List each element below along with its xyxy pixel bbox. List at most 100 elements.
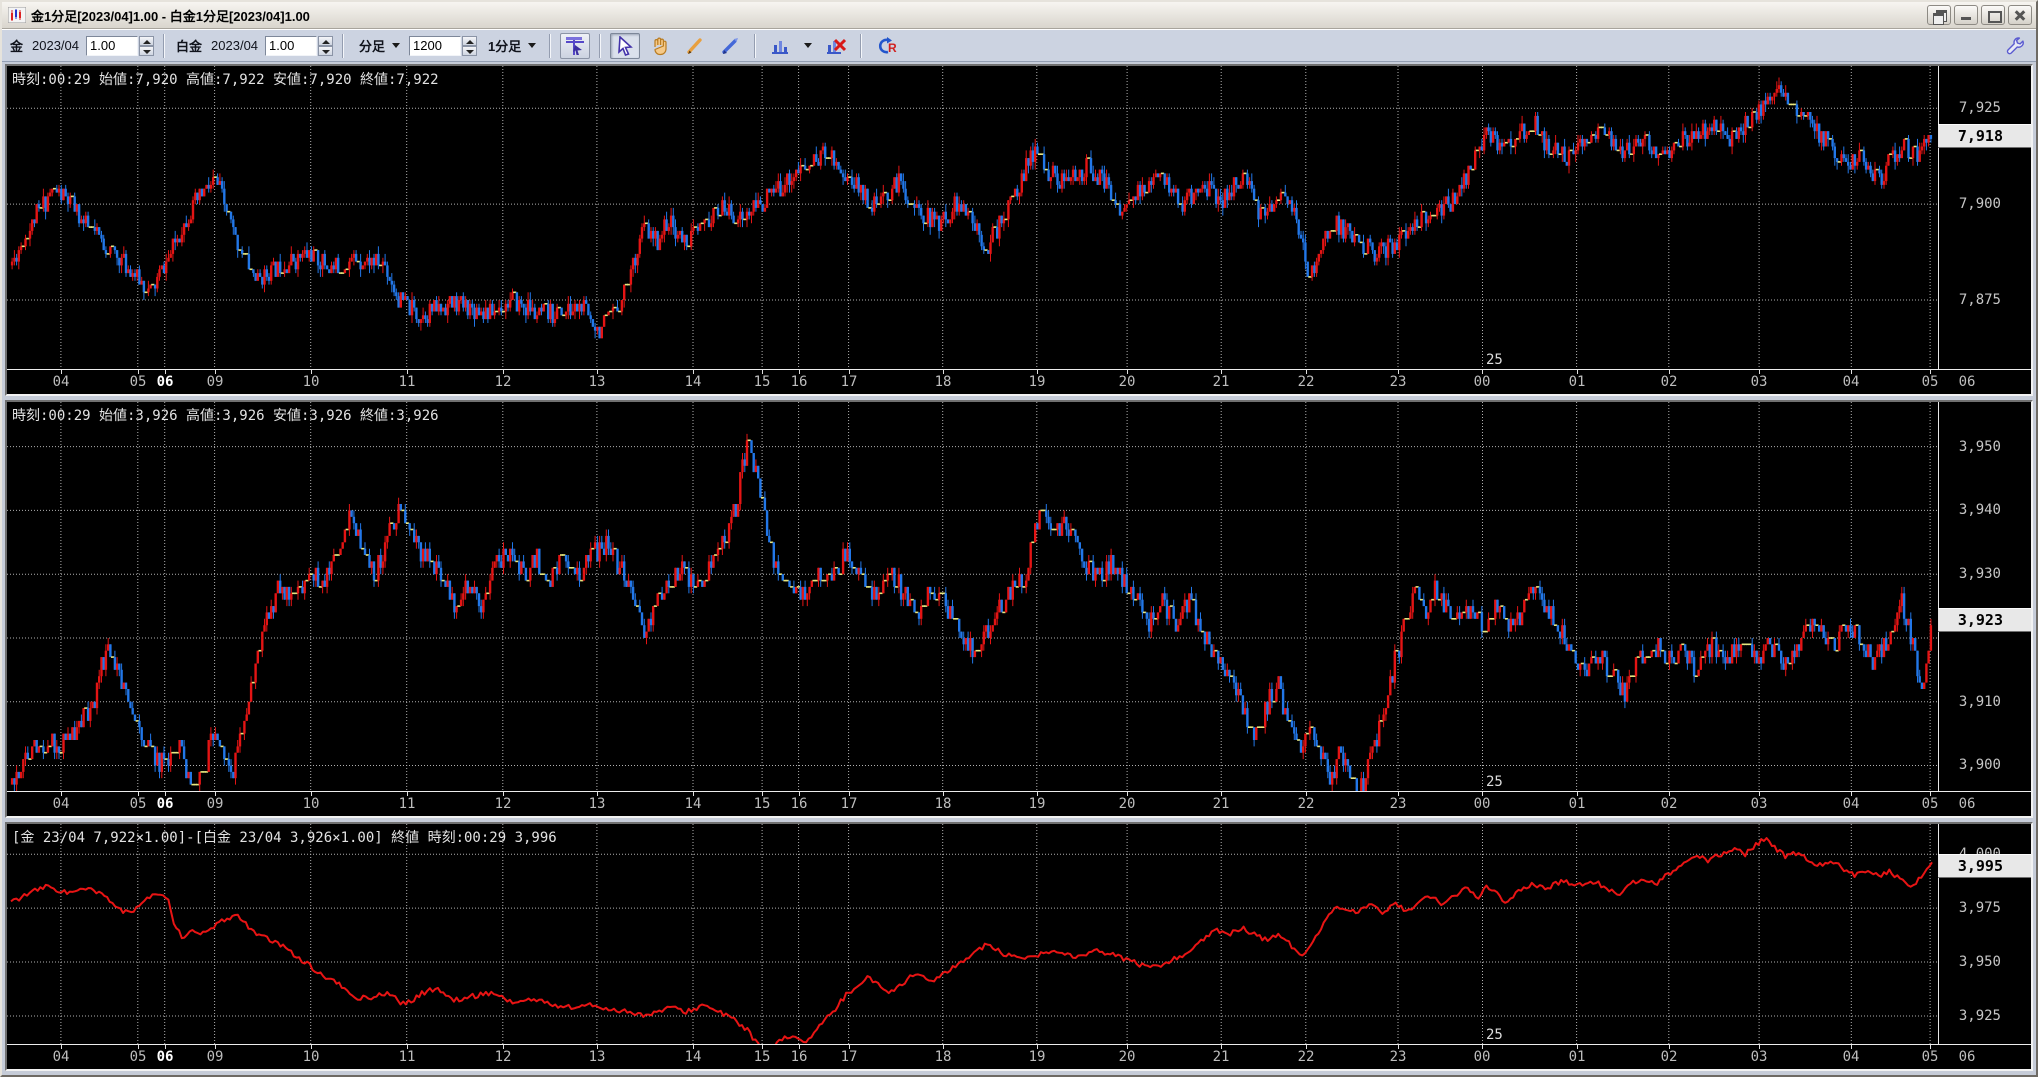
price-axis[interactable]: 7,925 7,900 7,875 7,918 (1938, 66, 2031, 369)
time-tick-mark (597, 1045, 598, 1049)
indicator-delete-button[interactable] (821, 33, 851, 59)
toolbar-separator (549, 33, 552, 58)
platinum-symbol-label: 白金 (176, 39, 203, 54)
date-label: 25 (1486, 352, 1503, 368)
time-tick-label: 06 (156, 1049, 174, 1065)
time-axis[interactable]: 04 05 06 09 10 11 12 13 14 15 16 17 18 19 20 21 22 23 00 01… (7, 1044, 2031, 1069)
bars-count-up-icon[interactable] (462, 35, 478, 46)
time-tick-label: 13 (588, 796, 606, 812)
time-tick-mark (1127, 1045, 1128, 1049)
time-tick-mark (61, 1045, 62, 1049)
time-tick-label: 12 (494, 1049, 512, 1065)
time-tick-label: 00 (1473, 1049, 1491, 1065)
time-tick-mark (311, 792, 312, 796)
time-tick-mark (799, 792, 800, 796)
time-tick-label: 19 (1028, 1049, 1046, 1065)
maximize-button[interactable] (1981, 5, 2005, 25)
time-tick-label: 22 (1297, 1049, 1315, 1065)
title-bar[interactable]: 金1分足[2023/04]1.00 - 白金1分足[2023/04]1.00 (2, 2, 2036, 29)
platinum-multiplier-spinner (265, 35, 334, 56)
time-tick-mark (311, 370, 312, 374)
time-tick-mark (1851, 370, 1852, 374)
gold-multiplier-down-icon[interactable] (139, 45, 155, 56)
platinum-multiplier-input[interactable] (265, 35, 318, 56)
restore-window-button[interactable] (1927, 5, 1951, 25)
time-tick-mark (1577, 370, 1578, 374)
chart-plot-area[interactable]: [金 23/04 7,922×1.00]-[白金 23/04 3,926×1.0… (7, 824, 1939, 1044)
app-candlestick-icon (7, 6, 27, 24)
chart-plot-area[interactable]: 時刻:00:29 始値:7,920 高値:7,922 安値:7,920 終値:7… (7, 66, 1939, 369)
time-tick-mark (849, 1045, 850, 1049)
chevron-down-icon (392, 43, 401, 48)
time-tick-mark (849, 792, 850, 796)
time-tick-label: 14 (684, 374, 702, 390)
timeframe-dropdown[interactable]: 1分足 (482, 34, 540, 57)
time-tick-label: 21 (1212, 796, 1230, 812)
platinum-multiplier-up-icon[interactable] (318, 35, 334, 46)
bars-count-down-icon[interactable] (462, 45, 478, 56)
time-axis[interactable]: 04 05 06 09 10 11 12 13 14 15 16 17 18 19 20 21 22 23 00 01… (7, 791, 2031, 816)
indicator-dropdown-arrow[interactable] (800, 41, 816, 50)
time-tick-mark (1930, 792, 1931, 796)
time-tick-mark (762, 370, 763, 374)
close-button[interactable] (2008, 5, 2032, 25)
indicator-chart-icon (772, 40, 789, 54)
time-tick-label: 13 (588, 1049, 606, 1065)
cross-cursor-button[interactable] (560, 32, 591, 59)
minimize-button[interactable] (1954, 5, 1978, 25)
platinum-contract-month: 2023/04 (211, 38, 259, 53)
time-axis[interactable]: 04 05 06 09 10 11 12 13 14 15 16 17 18 19 20 21 22 23 00 01… (7, 369, 2031, 394)
current-price-badge: 3,923 (1938, 608, 2031, 632)
price-axis[interactable]: 4,0003,9753,9503,9253,995 (1938, 824, 2031, 1044)
time-tick-label: 09 (206, 796, 224, 812)
platinum-multiplier-down-icon[interactable] (318, 45, 334, 56)
time-tick-label: 18 (934, 796, 952, 812)
time-tick-label: 19 (1028, 796, 1046, 812)
time-tick-mark (693, 1045, 694, 1049)
indicator-chart-button[interactable] (765, 33, 795, 59)
time-tick-mark (849, 370, 850, 374)
draw-line-button[interactable] (680, 33, 710, 59)
price-tick-label: 3,975 (1958, 900, 2001, 916)
time-tick-label: 06 (1958, 1049, 1976, 1065)
price-axis[interactable]: 3,950 3,940 3,930 3,910 3,900 3,923 (1938, 402, 2031, 791)
time-tick-label: 14 (684, 1049, 702, 1065)
time-tick-label: 18 (934, 1049, 952, 1065)
time-tick-label: 06 (1958, 796, 1976, 812)
time-tick-mark (1037, 1045, 1038, 1049)
time-tick-mark (1930, 1045, 1931, 1049)
hand-pan-button[interactable] (645, 33, 675, 59)
time-tick-label: 05 (129, 796, 147, 812)
time-tick-mark (1306, 370, 1307, 374)
time-tick-mark (1221, 792, 1222, 796)
svg-text:R: R (888, 41, 897, 55)
bars-count-input[interactable] (409, 35, 462, 56)
chart-plot-area[interactable]: 時刻:00:29 始値:3,926 高値:3,926 安値:3,926 終値:3… (7, 402, 1939, 791)
time-tick-label: 10 (302, 1049, 320, 1065)
settings-wrench-button[interactable] (2000, 33, 2030, 59)
time-tick-label: 04 (1842, 796, 1860, 812)
reload-button[interactable]: R (871, 33, 901, 59)
select-arrow-icon (618, 35, 634, 56)
time-tick-mark (215, 1045, 216, 1049)
time-tick-mark (407, 370, 408, 374)
time-tick-label: 04 (52, 796, 70, 812)
toolbar-separator (163, 33, 166, 58)
time-tick-mark (1221, 1045, 1222, 1049)
hand-pan-icon (654, 37, 667, 55)
time-tick-mark (1759, 1045, 1760, 1049)
time-tick-label: 18 (934, 374, 952, 390)
time-tick-label: 05 (129, 374, 147, 390)
time-tick-label: 03 (1750, 374, 1768, 390)
time-tick-mark (1398, 792, 1399, 796)
gold-multiplier-input[interactable] (86, 35, 139, 56)
time-tick-label: 21 (1212, 374, 1230, 390)
draw-marker-button[interactable] (715, 33, 745, 59)
time-tick-label: 13 (588, 374, 606, 390)
interval-dropdown[interactable]: 分足 (353, 34, 404, 57)
select-arrow-button[interactable] (610, 32, 641, 59)
gold-multiplier-up-icon[interactable] (139, 35, 155, 46)
time-tick-mark (1669, 792, 1670, 796)
cross-cursor-icon (566, 36, 585, 55)
time-tick-mark (1669, 370, 1670, 374)
